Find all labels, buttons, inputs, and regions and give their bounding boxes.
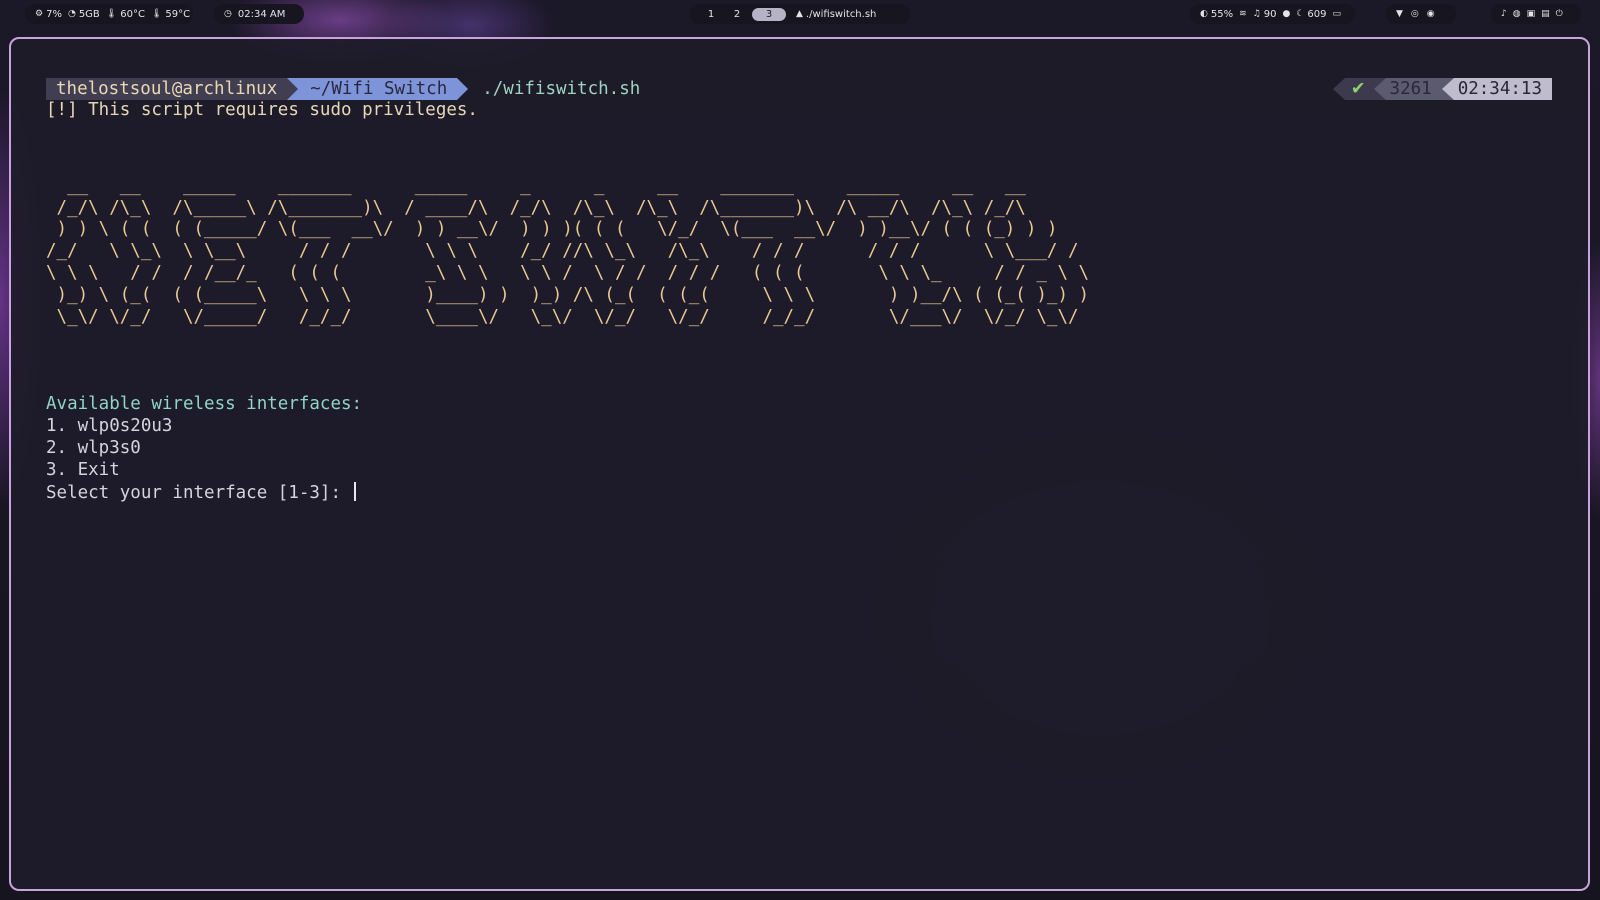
right-prompt-separator <box>1441 78 1454 100</box>
ram-stat: ◔ 5GB <box>68 9 100 20</box>
whatsapp-tray-icon[interactable]: ◎ <box>1411 9 1419 19</box>
workspace-2[interactable]: 2 <box>726 8 748 21</box>
right-prompt: ✔ 3261 02:34:13 <box>1332 78 1552 100</box>
session-controls: ♪ ◍ ▣ ▤ ⏻ <box>1491 4 1581 24</box>
history-count: 3261 <box>1385 78 1442 100</box>
window-title-text: ./wifiswitch.sh <box>805 8 877 20</box>
brightness-value: 55% <box>1210 8 1234 20</box>
right-prompt-separator <box>1373 78 1386 100</box>
workspace-1[interactable]: 1 <box>700 8 722 21</box>
top-bar: ⚙ 7% ◔ 5GB 🌡 60°C 🌡 59°C ◷ 02:34 AM 1 2 … <box>0 0 1600 28</box>
text-cursor <box>353 481 356 501</box>
temp2-value: 59°C <box>165 8 191 20</box>
input-line[interactable]: Select your interface [1-3]: <box>46 481 1588 504</box>
right-prompt-cap <box>1332 78 1345 100</box>
arch-logo-icon: ▲ <box>796 9 803 19</box>
clipboard-icon[interactable]: ▤ <box>1541 9 1550 19</box>
thermometer-icon: 🌡 <box>150 9 163 19</box>
sudo-warning: [!] This script requires sudo privileges… <box>46 100 478 120</box>
menu-option-2: 2. wlp3s0 <box>46 437 141 458</box>
menu-option-3: 3. Exit <box>46 459 120 480</box>
palette-icon[interactable]: ◍ <box>1513 9 1521 19</box>
screenshot-icon[interactable]: ▣ <box>1527 9 1536 19</box>
cpu-stat: ⚙ 7% <box>35 9 62 20</box>
moon-icon: ☾ <box>1296 9 1305 19</box>
headphones-icon: ♫ <box>1252 9 1261 19</box>
workspaces-bar: 1 2 3 ▲ ./wifiswitch.sh <box>690 4 910 24</box>
moon-stat[interactable]: ☾ 609 <box>1296 9 1326 20</box>
prompt-user-host: thelostsoul@archlinux <box>46 78 288 100</box>
keyboard-icon[interactable]: ▭ <box>1332 9 1341 19</box>
discord-tray-icon[interactable]: ◉ <box>1427 9 1435 19</box>
terminal-window[interactable]: thelostsoul@archlinux ~/Wifi Switch ./wi… <box>9 37 1590 891</box>
status-indicators: ◐ 55% ≋ ♫ 90 ● ☾ 609 ▭ <box>1190 4 1355 24</box>
notification-icon[interactable]: ♪ <box>1501 9 1507 19</box>
clock-time: 02:34 AM <box>237 8 286 20</box>
menu-option-1: 1. wlp0s20u3 <box>46 416 173 437</box>
system-stats: ⚙ 7% ◔ 5GB 🌡 60°C 🌡 59°C <box>25 4 193 24</box>
prompt-directory: ~/Wifi Switch <box>298 78 458 100</box>
tray-icons: ▼ ◎ ◉ <box>1386 4 1456 24</box>
cpu-icon: ⚙ <box>35 9 44 19</box>
memory-icon: ◔ <box>67 9 76 19</box>
brightness-stat[interactable]: ◐ 55% <box>1200 9 1233 20</box>
brightness-icon: ◐ <box>1200 9 1208 19</box>
prompt-time: 02:34:13 <box>1453 78 1552 100</box>
ascii-banner: __ __ _____ _______ _____ _ _ __ _______… <box>46 175 1090 327</box>
input-prompt: Select your interface [1-3]: <box>46 482 352 503</box>
temp1-stat: 🌡 60°C <box>106 9 145 20</box>
moon-value: 609 <box>1307 8 1327 20</box>
prompt-command: ./wifiswitch.sh <box>482 79 641 99</box>
menu-title: Available wireless interfaces: <box>46 394 363 415</box>
thermometer-icon: 🌡 <box>105 9 118 19</box>
headphones-value: 90 <box>1263 8 1277 20</box>
temp1-value: 60°C <box>120 8 145 20</box>
success-check-icon: ✔ <box>1344 78 1374 100</box>
network-tray-icon[interactable]: ▼ <box>1396 9 1403 19</box>
temp2-stat: 🌡 59°C <box>151 9 190 20</box>
clock-icon: ◷ <box>224 9 232 19</box>
window-title: ▲ ./wifiswitch.sh <box>796 9 876 20</box>
ram-value: 5GB <box>78 8 100 20</box>
terminal-content: thelostsoul@archlinux ~/Wifi Switch ./wi… <box>46 78 1588 889</box>
clock-widget[interactable]: ◷ 02:34 AM <box>214 4 304 24</box>
prompt-separator-icon <box>457 78 469 100</box>
headphones-stat[interactable]: ♫ 90 <box>1253 9 1277 20</box>
power-icon[interactable]: ⏻ <box>1556 9 1563 19</box>
wifi-icon[interactable]: ≋ <box>1239 9 1247 19</box>
prompt-separator-icon <box>287 78 299 100</box>
cpu-value: 7% <box>46 8 62 20</box>
workspace-3[interactable]: 3 <box>752 7 786 21</box>
microphone-icon[interactable]: ● <box>1282 9 1290 19</box>
